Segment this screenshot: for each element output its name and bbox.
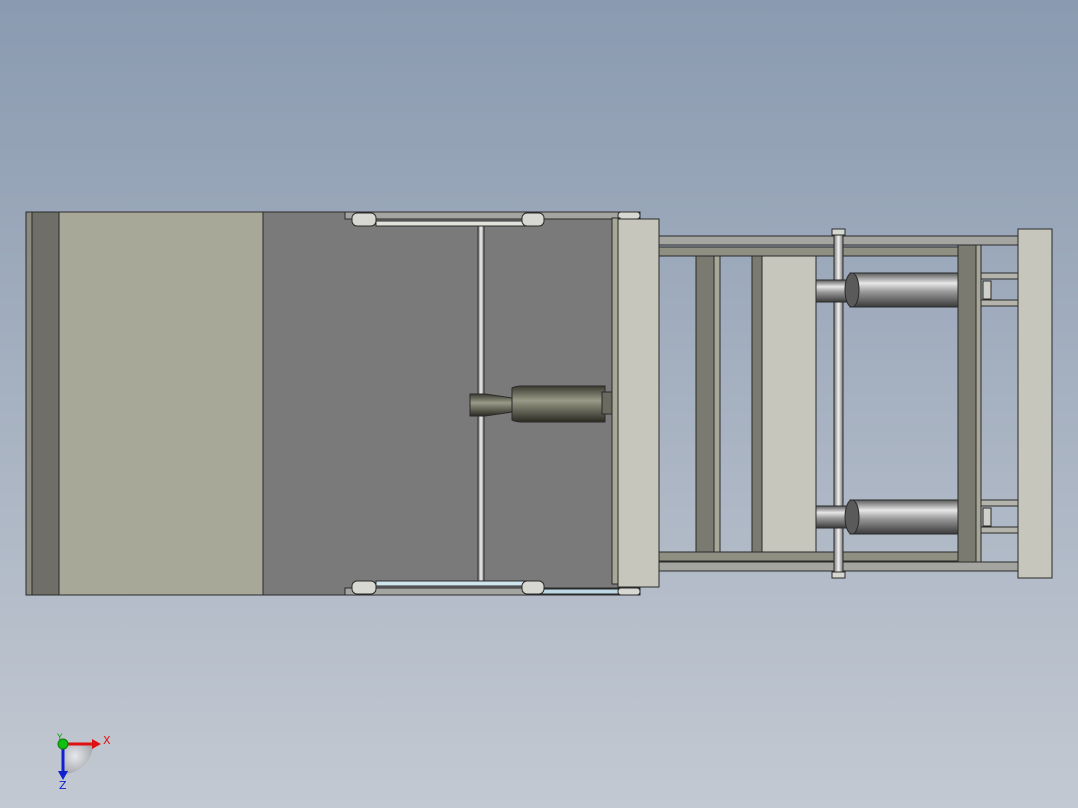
bottom-hinge-left[interactable] [351, 580, 377, 595]
moving-platen[interactable] [761, 255, 817, 553]
lower-link-top[interactable] [980, 499, 1019, 507]
rear-frame-post-edge [975, 244, 982, 563]
guide-rod-cap-top [831, 228, 846, 236]
injection-unit[interactable] [25, 211, 660, 596]
cad-viewport[interactable]: X Y Z [0, 0, 1078, 808]
upper-link-bottom[interactable] [980, 299, 1019, 307]
upper-cylinder-end [844, 272, 860, 308]
upper-link-block [982, 280, 992, 300]
top-hinge-right[interactable] [617, 211, 641, 220]
bottom-guide-slot [375, 580, 537, 587]
screw-barrel[interactable] [511, 385, 606, 423]
top-hinge-left[interactable] [351, 212, 377, 227]
upper-clamp-cylinder[interactable] [849, 272, 959, 308]
rear-end-platen[interactable] [1017, 228, 1053, 579]
nozzle-tip[interactable] [469, 393, 513, 417]
top-guide-slot [375, 220, 537, 227]
frame-post-left-edge [713, 255, 721, 553]
upper-link-top[interactable] [980, 272, 1019, 280]
frame-post-left[interactable] [695, 255, 715, 553]
fixed-platen[interactable] [617, 218, 660, 588]
triad-x-label: X [103, 734, 111, 747]
triad-y-label: Y [56, 733, 63, 743]
cad-drawing: X Y Z [0, 0, 1078, 808]
rear-plate-edge [25, 211, 33, 596]
lower-link-block [982, 507, 992, 527]
lower-clamp-cylinder[interactable] [849, 499, 959, 535]
lower-link-bottom[interactable] [980, 526, 1019, 534]
frame-post-mid[interactable] [751, 255, 763, 553]
guide-rod-cap-bottom [831, 571, 846, 579]
top-hinge-mid[interactable] [521, 212, 545, 227]
top-guide-bar[interactable] [344, 211, 641, 220]
bottom-hinge-right[interactable] [617, 587, 641, 596]
triad-z-label: Z [59, 779, 67, 792]
bottom-frame-rail[interactable] [658, 551, 960, 562]
hopper-block[interactable] [58, 211, 264, 596]
bottom-hinge-mid[interactable] [521, 580, 545, 595]
lower-cylinder-end [844, 499, 860, 535]
top-frame-rail[interactable] [658, 246, 960, 257]
